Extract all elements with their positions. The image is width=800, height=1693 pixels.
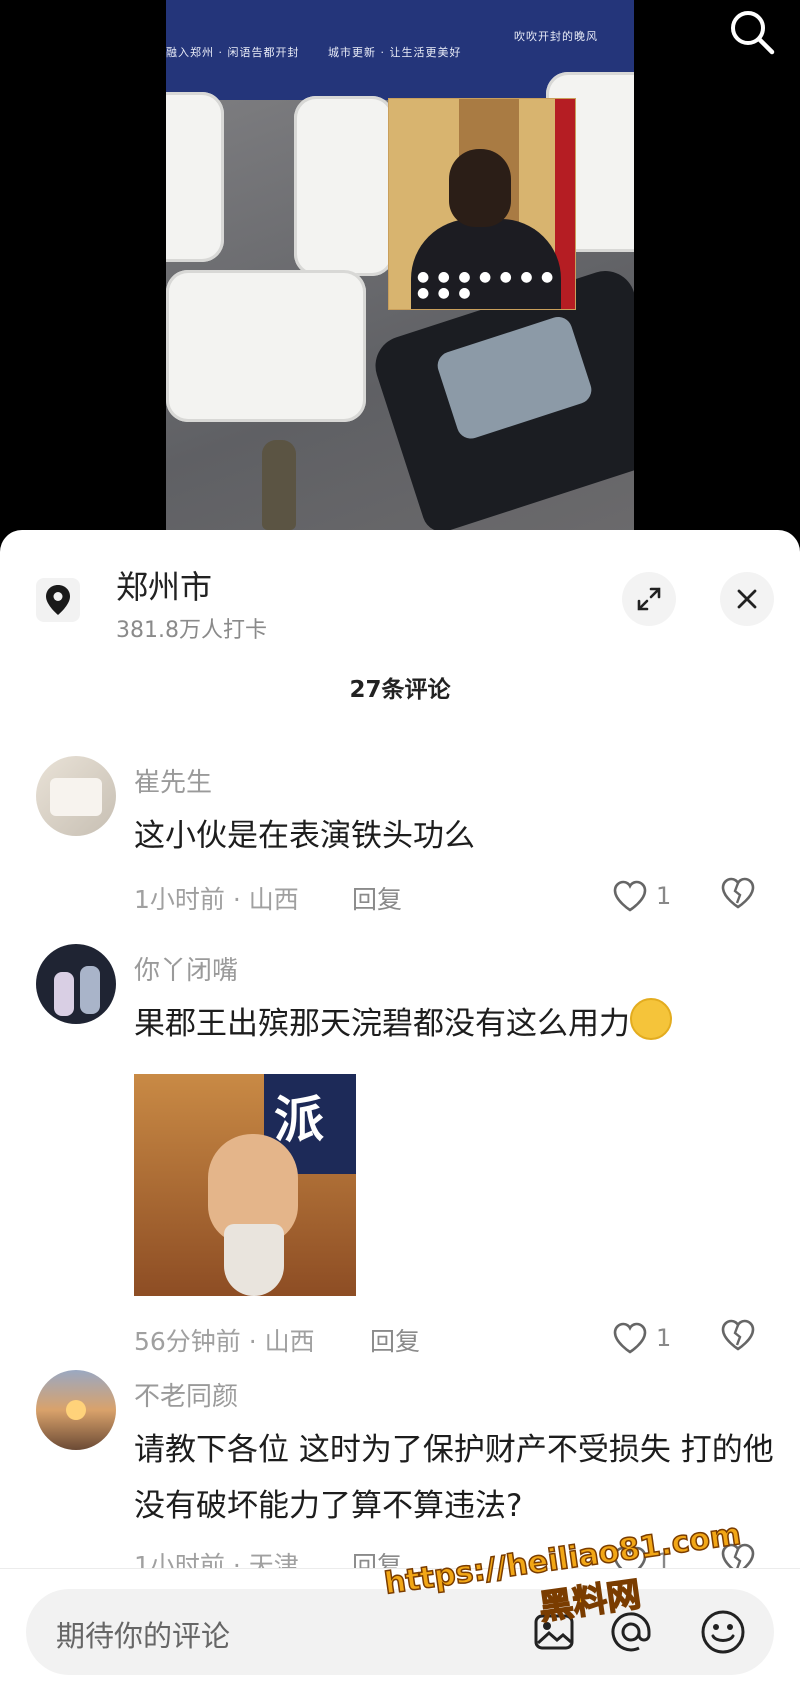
emoji-icon — [701, 1610, 745, 1654]
white-car — [166, 270, 366, 422]
person-figure — [262, 440, 296, 530]
comment-image[interactable]: 派 — [134, 1074, 356, 1296]
banner-text: 城市更新 · 让生活更美好 — [328, 46, 462, 59]
reply-button[interactable]: 回复 — [370, 1322, 420, 1358]
image-icon — [534, 1614, 574, 1650]
location-pin-icon — [46, 585, 70, 615]
image-caption: 派 — [274, 1091, 324, 1149]
smile-emoji-icon — [630, 998, 672, 1040]
comment-text: 果郡王出殡那天浣碧都没有这么用力 — [134, 1006, 630, 1042]
comment-meta: 1小时前 · 山西 — [134, 885, 299, 914]
banner-text: 吹吹开封的晚风 — [514, 30, 598, 43]
comment-item: 不老同颜 请教下各位 这时为了保护财产不受损失 打的他没有破坏能力了算不算违法?… — [0, 1370, 800, 1580]
pip-person-face — [449, 149, 511, 227]
comment-sheet: 郑州市 381.8万人打卡 27条评论 崔先生 这小伙是在表演铁头功么 1小时前… — [0, 530, 800, 1693]
dislike-button[interactable] — [720, 1318, 760, 1358]
comment-username[interactable]: 你丫闭嘴 — [134, 950, 238, 987]
expand-icon — [637, 587, 661, 611]
pip-dots: ● ● ● ● ● ● ● ● ● ● — [417, 269, 556, 301]
broken-heart-icon — [721, 1319, 755, 1351]
banner-text: 融入郑州 · 闲语告都开封 — [166, 46, 300, 59]
white-car — [294, 96, 394, 276]
search-button[interactable] — [726, 6, 778, 58]
broken-heart-icon — [721, 877, 755, 909]
comment-text: 这小伙是在表演铁头功么 — [134, 818, 475, 854]
comment-item: 崔先生 这小伙是在表演铁头功么 1小时前 · 山西 回复 1 — [0, 756, 800, 936]
video-player[interactable]: 融入郑州 · 闲语告都开封 城市更新 · 让生活更美好 吹吹开封的晚风 ● ● … — [0, 0, 800, 540]
expand-button[interactable] — [622, 572, 676, 626]
comment-username[interactable]: 崔先生 — [134, 762, 212, 799]
comments-count: 27条评论 — [349, 677, 451, 703]
avatar[interactable] — [36, 756, 116, 836]
mention-button[interactable] — [606, 1607, 656, 1657]
comment-text-row: 果郡王出殡那天浣碧都没有这么用力 — [134, 996, 774, 1052]
video-frame: 融入郑州 · 闲语告都开封 城市更新 · 让生活更美好 吹吹开封的晚风 ● ● … — [166, 0, 634, 540]
like-button[interactable]: 1 — [612, 1318, 682, 1358]
comment-input-placeholder: 期待你的评论 — [56, 1619, 231, 1653]
emoji-button[interactable] — [698, 1607, 748, 1657]
location-checkins: 381.8万人打卡 — [116, 618, 267, 643]
like-button[interactable]: 1 — [612, 876, 682, 916]
close-button[interactable] — [720, 572, 774, 626]
reply-button[interactable]: 回复 — [352, 880, 402, 916]
comment-text: 请教下各位 这时为了保护财产不受损失 打的他没有破坏能力了算不算违法? — [134, 1432, 774, 1524]
comment-username[interactable]: 不老同颜 — [134, 1376, 238, 1413]
avatar[interactable] — [36, 944, 116, 1024]
comment-item: 你丫闭嘴 果郡王出殡那天浣碧都没有这么用力 派 56分钟前 · 山西 回复 1 — [0, 944, 800, 1364]
heart-icon — [613, 1322, 647, 1354]
dislike-button[interactable] — [720, 876, 760, 916]
picture-in-picture[interactable]: ● ● ● ● ● ● ● ● ● ● — [388, 98, 576, 310]
close-icon — [737, 589, 757, 609]
white-car — [166, 92, 224, 262]
location-badge[interactable] — [36, 578, 80, 622]
heart-icon — [613, 880, 647, 912]
like-count: 1 — [656, 1324, 672, 1352]
search-icon — [731, 11, 775, 55]
location-title[interactable]: 郑州市 — [116, 562, 212, 608]
at-icon — [611, 1612, 651, 1652]
avatar[interactable] — [36, 1370, 116, 1450]
like-count: 1 — [656, 882, 672, 910]
comment-input[interactable]: 期待你的评论 — [26, 1589, 774, 1675]
app-root: 融入郑州 · 闲语告都开封 城市更新 · 让生活更美好 吹吹开封的晚风 ● ● … — [0, 0, 800, 1693]
comment-input-bar: 期待你的评论 — [0, 1568, 800, 1693]
comment-meta: 56分钟前 · 山西 — [134, 1327, 315, 1356]
image-button[interactable] — [530, 1607, 580, 1657]
